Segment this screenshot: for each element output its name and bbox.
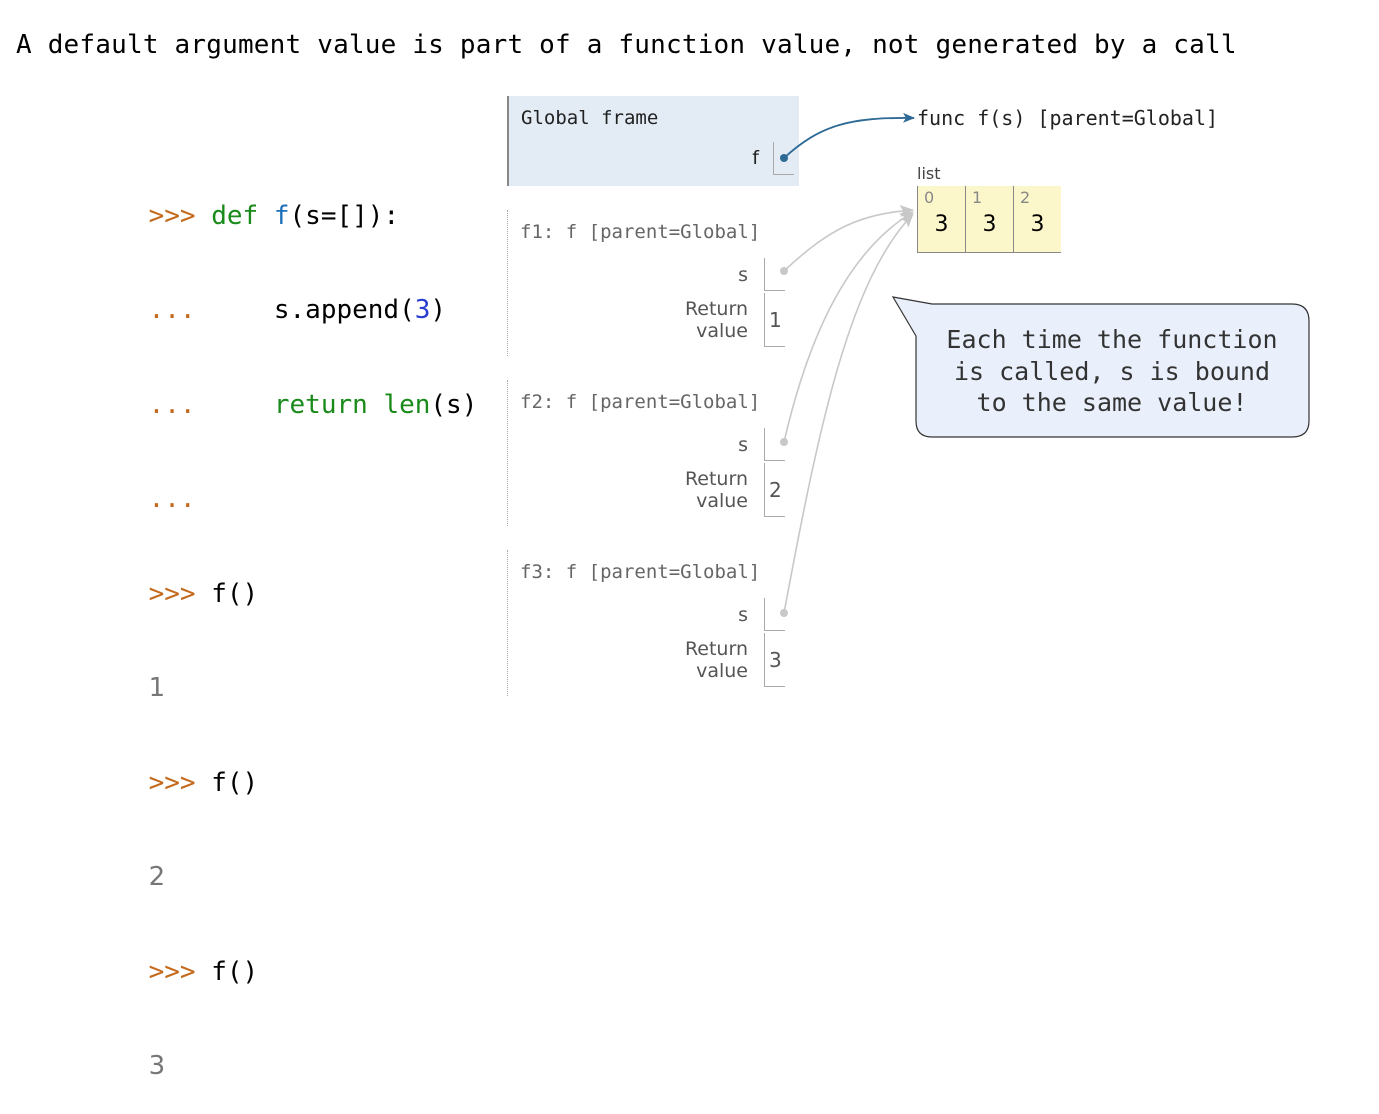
- prompt: >>>: [148, 767, 212, 798]
- pointer-arrow-f2-s-to-list: [783, 211, 914, 443]
- output-value: 3: [148, 1051, 166, 1081]
- pointer-arrow-f3-s-to-list: [783, 213, 914, 614]
- callout-text: Each time the function is called, s is b…: [946, 325, 1278, 417]
- pointer-arrow-f-to-function: [783, 112, 915, 159]
- pointer-arrow-f1-s-to-list: [783, 204, 914, 272]
- output-line-3: 3: [86, 1020, 477, 1081]
- code-line-call-3: >>> f(): [86, 925, 477, 987]
- call-expression: f(): [211, 956, 259, 987]
- code-line-call-2: >>> f(): [86, 736, 477, 798]
- output-line-2: 2: [86, 831, 477, 892]
- prompt: >>>: [148, 956, 212, 987]
- output-value: 2: [148, 862, 166, 892]
- call-expression: f(): [211, 767, 259, 798]
